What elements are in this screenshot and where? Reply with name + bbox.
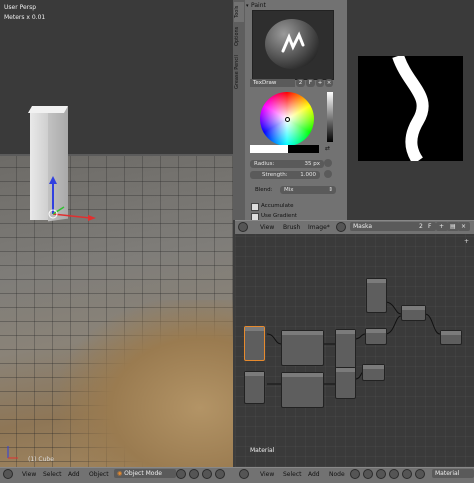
blend-value: Mix — [284, 187, 294, 193]
tool-tabs: Tools Options Grease Pencil — [233, 0, 245, 220]
radius-pressure-icon[interactable] — [324, 159, 332, 167]
radius-label: Radius: — [254, 161, 275, 167]
object-mode-icon: ◉ — [117, 470, 123, 477]
add-brush-icon[interactable]: + — [316, 79, 324, 87]
strength-pressure-icon[interactable] — [324, 170, 332, 178]
accumulate-label: Accumulate — [261, 203, 294, 209]
layers-icon[interactable] — [215, 469, 225, 479]
strength-value: 1.000 — [300, 172, 316, 178]
shading-icon[interactable] — [176, 469, 186, 479]
image-browse-icon[interactable] — [336, 222, 346, 232]
use-gradient-label: Use Gradient — [261, 213, 297, 219]
paint-panel-title[interactable]: Paint — [251, 2, 266, 9]
menu-add-3d[interactable]: Add — [68, 471, 80, 478]
menu-select-node[interactable]: Select — [283, 471, 302, 478]
menu-view-node[interactable]: View — [260, 471, 274, 478]
viewport-editor-type-icon[interactable] — [3, 469, 13, 479]
shader-node[interactable] — [366, 278, 387, 313]
object-icon[interactable] — [363, 469, 373, 479]
bsdf-node-top[interactable] — [365, 328, 387, 345]
menu-brush[interactable]: Brush — [283, 224, 300, 231]
brush-name-field[interactable]: TexDraw — [250, 79, 295, 87]
mode-value: Object Mode — [124, 470, 162, 477]
3d-viewport[interactable]: User Persp Meters x 0.01 (1) Cube — [0, 0, 233, 467]
manipulator-icon[interactable] — [202, 469, 212, 479]
viewport-object-label: (1) Cube — [28, 456, 54, 463]
mode-dropdown[interactable]: ◉ Object Mode — [114, 469, 176, 478]
add-node-icon[interactable]: + — [464, 238, 469, 245]
mix-node-top[interactable] — [335, 329, 356, 372]
swap-colors-icon[interactable]: ⇄ — [325, 145, 330, 152]
image-fake-user-button[interactable]: F — [425, 222, 436, 231]
material-browse-icon[interactable] — [415, 469, 425, 479]
tab-options[interactable]: Options — [234, 24, 244, 48]
brush-icon — [265, 19, 319, 69]
image-close-icon[interactable]: × — [458, 222, 470, 231]
mask-stroke — [392, 53, 429, 165]
editor-type-icon[interactable] — [238, 222, 248, 232]
chevron-down-icon: ⇕ — [328, 187, 333, 193]
fake-user-button[interactable]: F — [306, 79, 315, 87]
image-texture-node[interactable] — [244, 371, 265, 404]
strength-label: Strength: — [262, 172, 288, 178]
value-slider[interactable] — [327, 92, 333, 142]
remove-brush-icon[interactable]: × — [325, 79, 333, 87]
radius-field[interactable]: Radius: 35 px — [250, 160, 324, 168]
world-icon[interactable] — [376, 469, 386, 479]
transform-gizmo[interactable] — [0, 0, 233, 467]
tab-grease-pencil[interactable]: Grease Pencil — [234, 50, 244, 94]
accumulate-checkbox[interactable] — [251, 203, 259, 211]
shader-type-icon[interactable] — [350, 469, 360, 479]
mix-node-bottom[interactable] — [335, 367, 356, 399]
node-editor-type-icon[interactable] — [239, 469, 249, 479]
blend-label: Blend: — [255, 187, 273, 193]
material-name-field[interactable]: Material — [432, 469, 474, 478]
texture-coordinate-node[interactable] — [281, 372, 324, 408]
viewport-scale-label: Meters x 0.01 — [4, 14, 46, 21]
x-axis-head — [88, 215, 96, 221]
collapse-arrow-icon[interactable]: ▾ — [246, 3, 249, 9]
bsdf-node-bottom[interactable] — [362, 364, 385, 381]
x-axis-arrow — [52, 213, 91, 219]
node-editor-label: Material — [250, 447, 275, 454]
image-texture-node-selected[interactable] — [244, 326, 265, 361]
menu-node[interactable]: Node — [329, 471, 345, 478]
image-name-field[interactable]: Maska — [350, 222, 420, 231]
brush-users-count[interactable]: 2 — [296, 79, 305, 87]
viewport-perspective-label: User Persp — [4, 4, 37, 11]
menu-view-3d[interactable]: View — [22, 471, 36, 478]
mix-shader-node[interactable] — [401, 305, 426, 321]
tab-tools[interactable]: Tools — [234, 2, 244, 22]
radius-value: 35 px — [304, 161, 321, 167]
menu-image[interactable]: Image* — [308, 224, 330, 231]
uv-map-node[interactable] — [281, 330, 324, 366]
material-output-node[interactable] — [440, 330, 462, 345]
material-slot-icon[interactable] — [402, 469, 412, 479]
blend-dropdown[interactable]: Mix ⇕ — [280, 186, 336, 194]
color-picker-cursor[interactable] — [285, 117, 290, 122]
menu-select-3d[interactable]: Select — [43, 471, 62, 478]
pivot-icon[interactable] — [189, 469, 199, 479]
menu-view[interactable]: View — [260, 224, 274, 231]
line-style-icon[interactable] — [389, 469, 399, 479]
menu-add-node[interactable]: Add — [308, 471, 320, 478]
z-axis-head — [49, 176, 57, 184]
menu-object-3d[interactable]: Object — [89, 471, 109, 478]
mask-image[interactable] — [358, 53, 463, 165]
strength-field[interactable]: Strength: 1.000 — [250, 171, 320, 179]
secondary-color-swatch[interactable] — [288, 145, 319, 153]
primary-color-swatch[interactable] — [250, 145, 288, 153]
